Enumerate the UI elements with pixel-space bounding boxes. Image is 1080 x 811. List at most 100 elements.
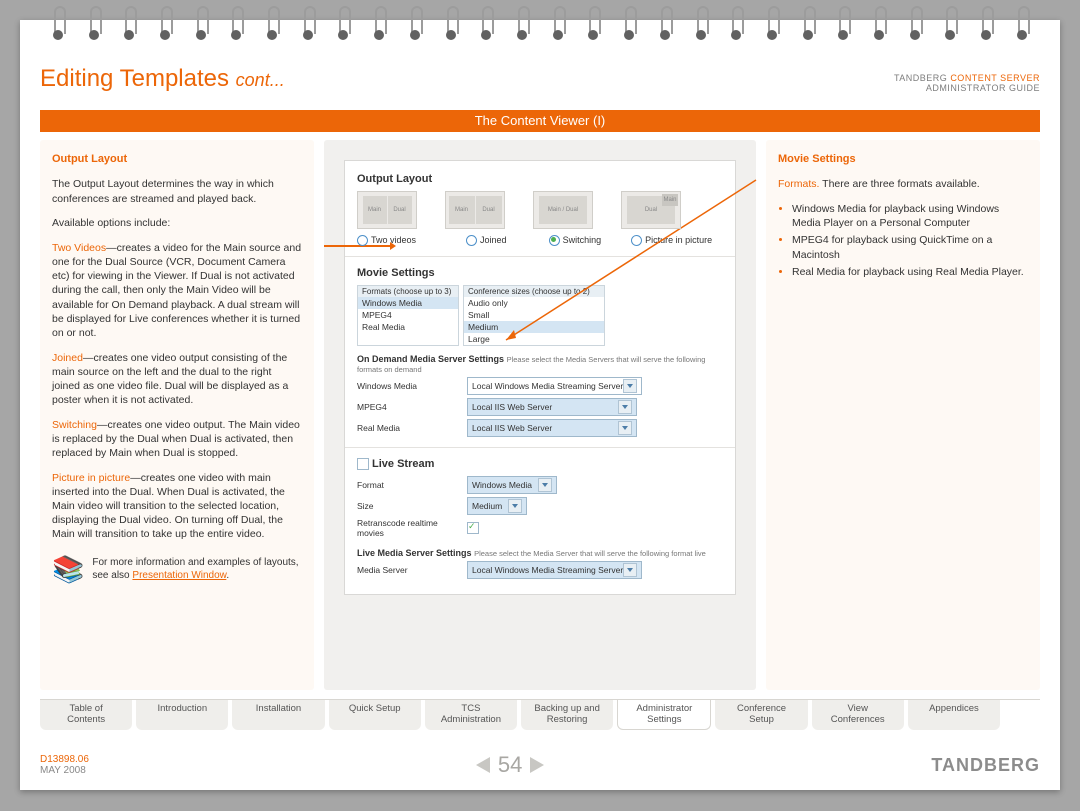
layout-two-videos[interactable]: MainDual [357, 191, 417, 231]
chevron-down-icon [618, 421, 632, 435]
formats-desc: There are three formats available. [819, 178, 979, 190]
title-main: Editing Templates [40, 65, 229, 92]
tandberg-logo: TANDBERG [931, 755, 1040, 776]
od-rm-select[interactable]: Local IIS Web Server [467, 419, 637, 437]
live-stream-h: Live Stream [372, 458, 434, 470]
size-large[interactable]: Large [464, 333, 604, 345]
fmt-wm[interactable]: Windows Media [358, 297, 458, 309]
retranscode-checkbox[interactable] [467, 522, 479, 534]
radio-joined[interactable]: Joined [466, 235, 507, 246]
radio-switching[interactable]: Switching [549, 235, 602, 246]
left-column: Output Layout The Output Layout determin… [40, 140, 314, 690]
thumb-main-dual: Main / Dual [539, 196, 587, 224]
tab-quick-setup[interactable]: Quick Setup [329, 700, 421, 730]
ls-fmt-label: Format [357, 480, 467, 490]
info-callout: 📚 For more information and examples of l… [52, 556, 302, 583]
lv-note: Please select the Media Server that will… [474, 549, 706, 558]
title-cont: cont... [236, 70, 285, 90]
thumb-main: Main [363, 196, 387, 224]
tab-installation[interactable]: Installation [232, 700, 324, 730]
tab-admin-settings[interactable]: AdministratorSettings [617, 700, 711, 730]
ls-sz-value: Medium [472, 501, 502, 511]
ls-fmt-select[interactable]: Windows Media [467, 476, 557, 494]
center-column: Output Layout MainDual MainDual Main / D… [324, 140, 756, 690]
thumb-main: Main [662, 194, 678, 206]
layout-pip[interactable]: DualMain [621, 191, 681, 231]
tab-tcs-admin[interactable]: TCSAdministration [425, 700, 517, 730]
fmt-item-wm: Windows Media for playback using Windows… [792, 202, 1028, 230]
chevron-down-icon [623, 563, 637, 577]
lv-select[interactable]: Local Windows Media Streaming Server [467, 561, 642, 579]
thumb-main: Main [449, 196, 475, 224]
radio-joined-label: Joined [480, 235, 507, 245]
chevron-down-icon [618, 400, 632, 414]
tab-introduction[interactable]: Introduction [136, 700, 228, 730]
chevron-down-icon [623, 379, 637, 393]
live-stream-checkbox[interactable] [357, 458, 369, 470]
od-mp-select[interactable]: Local IIS Web Server [467, 398, 637, 416]
brand-guide: ADMINISTRATOR GUIDE [926, 83, 1040, 93]
fmt-item-mpeg4: MPEG4 for playback using QuickTime on a … [792, 233, 1028, 261]
radio-pip[interactable]: Picture in picture [631, 235, 712, 246]
od-wm-value: Local Windows Media Streaming Server [472, 381, 623, 391]
brand-name: TANDBERG [894, 73, 950, 83]
tab-view-conf[interactable]: ViewConferences [812, 700, 904, 730]
formats-header: Formats (choose up to 3) [358, 286, 458, 297]
fmt-mpeg4[interactable]: MPEG4 [358, 309, 458, 321]
lv-value: Local Windows Media Streaming Server [472, 565, 623, 575]
od-mp-value: Local IIS Web Server [472, 402, 552, 412]
panel-movie-settings-h: Movie Settings [357, 267, 723, 279]
formats-intro: Formats. There are three formats availab… [778, 177, 1028, 191]
sizes-list[interactable]: Conference sizes (choose up to 2) Audio … [463, 285, 605, 346]
settings-panel: Output Layout MainDual MainDual Main / D… [344, 160, 736, 595]
joined-term: Joined [52, 352, 83, 364]
doc-date: MAY 2008 [40, 765, 86, 776]
left-intro: The Output Layout determines the way in … [52, 177, 302, 205]
output-layout-heading: Output Layout [52, 152, 302, 167]
page-number: 54 [498, 752, 522, 778]
right-column: Movie Settings Formats. There are three … [766, 140, 1040, 690]
prev-page-icon[interactable] [476, 757, 490, 773]
brand-block: TANDBERG CONTENT SERVER ADMINISTRATOR GU… [894, 73, 1040, 93]
nav-tabs: Table ofContents Introduction Installati… [40, 700, 1000, 730]
page-title: Editing Templates cont... [40, 65, 285, 93]
ls-fmt-value: Windows Media [472, 480, 532, 490]
two-videos-term: Two Videos [52, 242, 106, 254]
size-audio[interactable]: Audio only [464, 297, 604, 309]
sizes-header: Conference sizes (choose up to 2) [464, 286, 604, 297]
brand-product: CONTENT SERVER [950, 73, 1040, 83]
chevron-down-icon [538, 478, 552, 492]
ls-sz-select[interactable]: Medium [467, 497, 527, 515]
books-icon: 📚 [52, 556, 84, 582]
formats-list-text: Windows Media for playback using Windows… [778, 202, 1028, 279]
fmt-real[interactable]: Real Media [358, 321, 458, 333]
presentation-window-link[interactable]: Presentation Window [132, 570, 226, 581]
tab-conf-setup[interactable]: ConferenceSetup [715, 700, 807, 730]
switching-term: Switching [52, 419, 97, 431]
opt-switching: Switching—creates one video output. The … [52, 418, 302, 461]
two-videos-desc: —creates a video for the Main source and… [52, 242, 301, 339]
info-text-b: . [226, 570, 229, 581]
opt-pip: Picture in picture—creates one video wit… [52, 471, 302, 542]
layout-joined[interactable]: MainDual [445, 191, 505, 231]
tab-toc[interactable]: Table ofContents [40, 700, 132, 730]
thumb-dual: Dual [388, 196, 412, 224]
formats-list[interactable]: Formats (choose up to 3) Windows Media M… [357, 285, 459, 346]
movie-settings-heading: Movie Settings [778, 152, 1028, 167]
ls-rt-label: Retranscode realtime movies [357, 518, 467, 538]
od-rm-label: Real Media [357, 423, 467, 433]
od-wm-label: Windows Media [357, 381, 467, 391]
thumb-dual: Dual [476, 196, 502, 224]
size-medium[interactable]: Medium [464, 321, 604, 333]
joined-desc: —creates one video output consisting of … [52, 352, 288, 407]
size-small[interactable]: Small [464, 309, 604, 321]
pip-term: Picture in picture [52, 472, 130, 484]
tab-backup[interactable]: Backing up andRestoring [521, 700, 613, 730]
next-page-icon[interactable] [530, 757, 544, 773]
od-wm-select[interactable]: Local Windows Media Streaming Server [467, 377, 642, 395]
od-title: On Demand Media Server Settings [357, 354, 504, 364]
layout-switching[interactable]: Main / Dual [533, 191, 593, 231]
od-mp-label: MPEG4 [357, 402, 467, 412]
fmt-item-real: Real Media for playback using Real Media… [792, 265, 1028, 279]
tab-appendices[interactable]: Appendices [908, 700, 1000, 730]
